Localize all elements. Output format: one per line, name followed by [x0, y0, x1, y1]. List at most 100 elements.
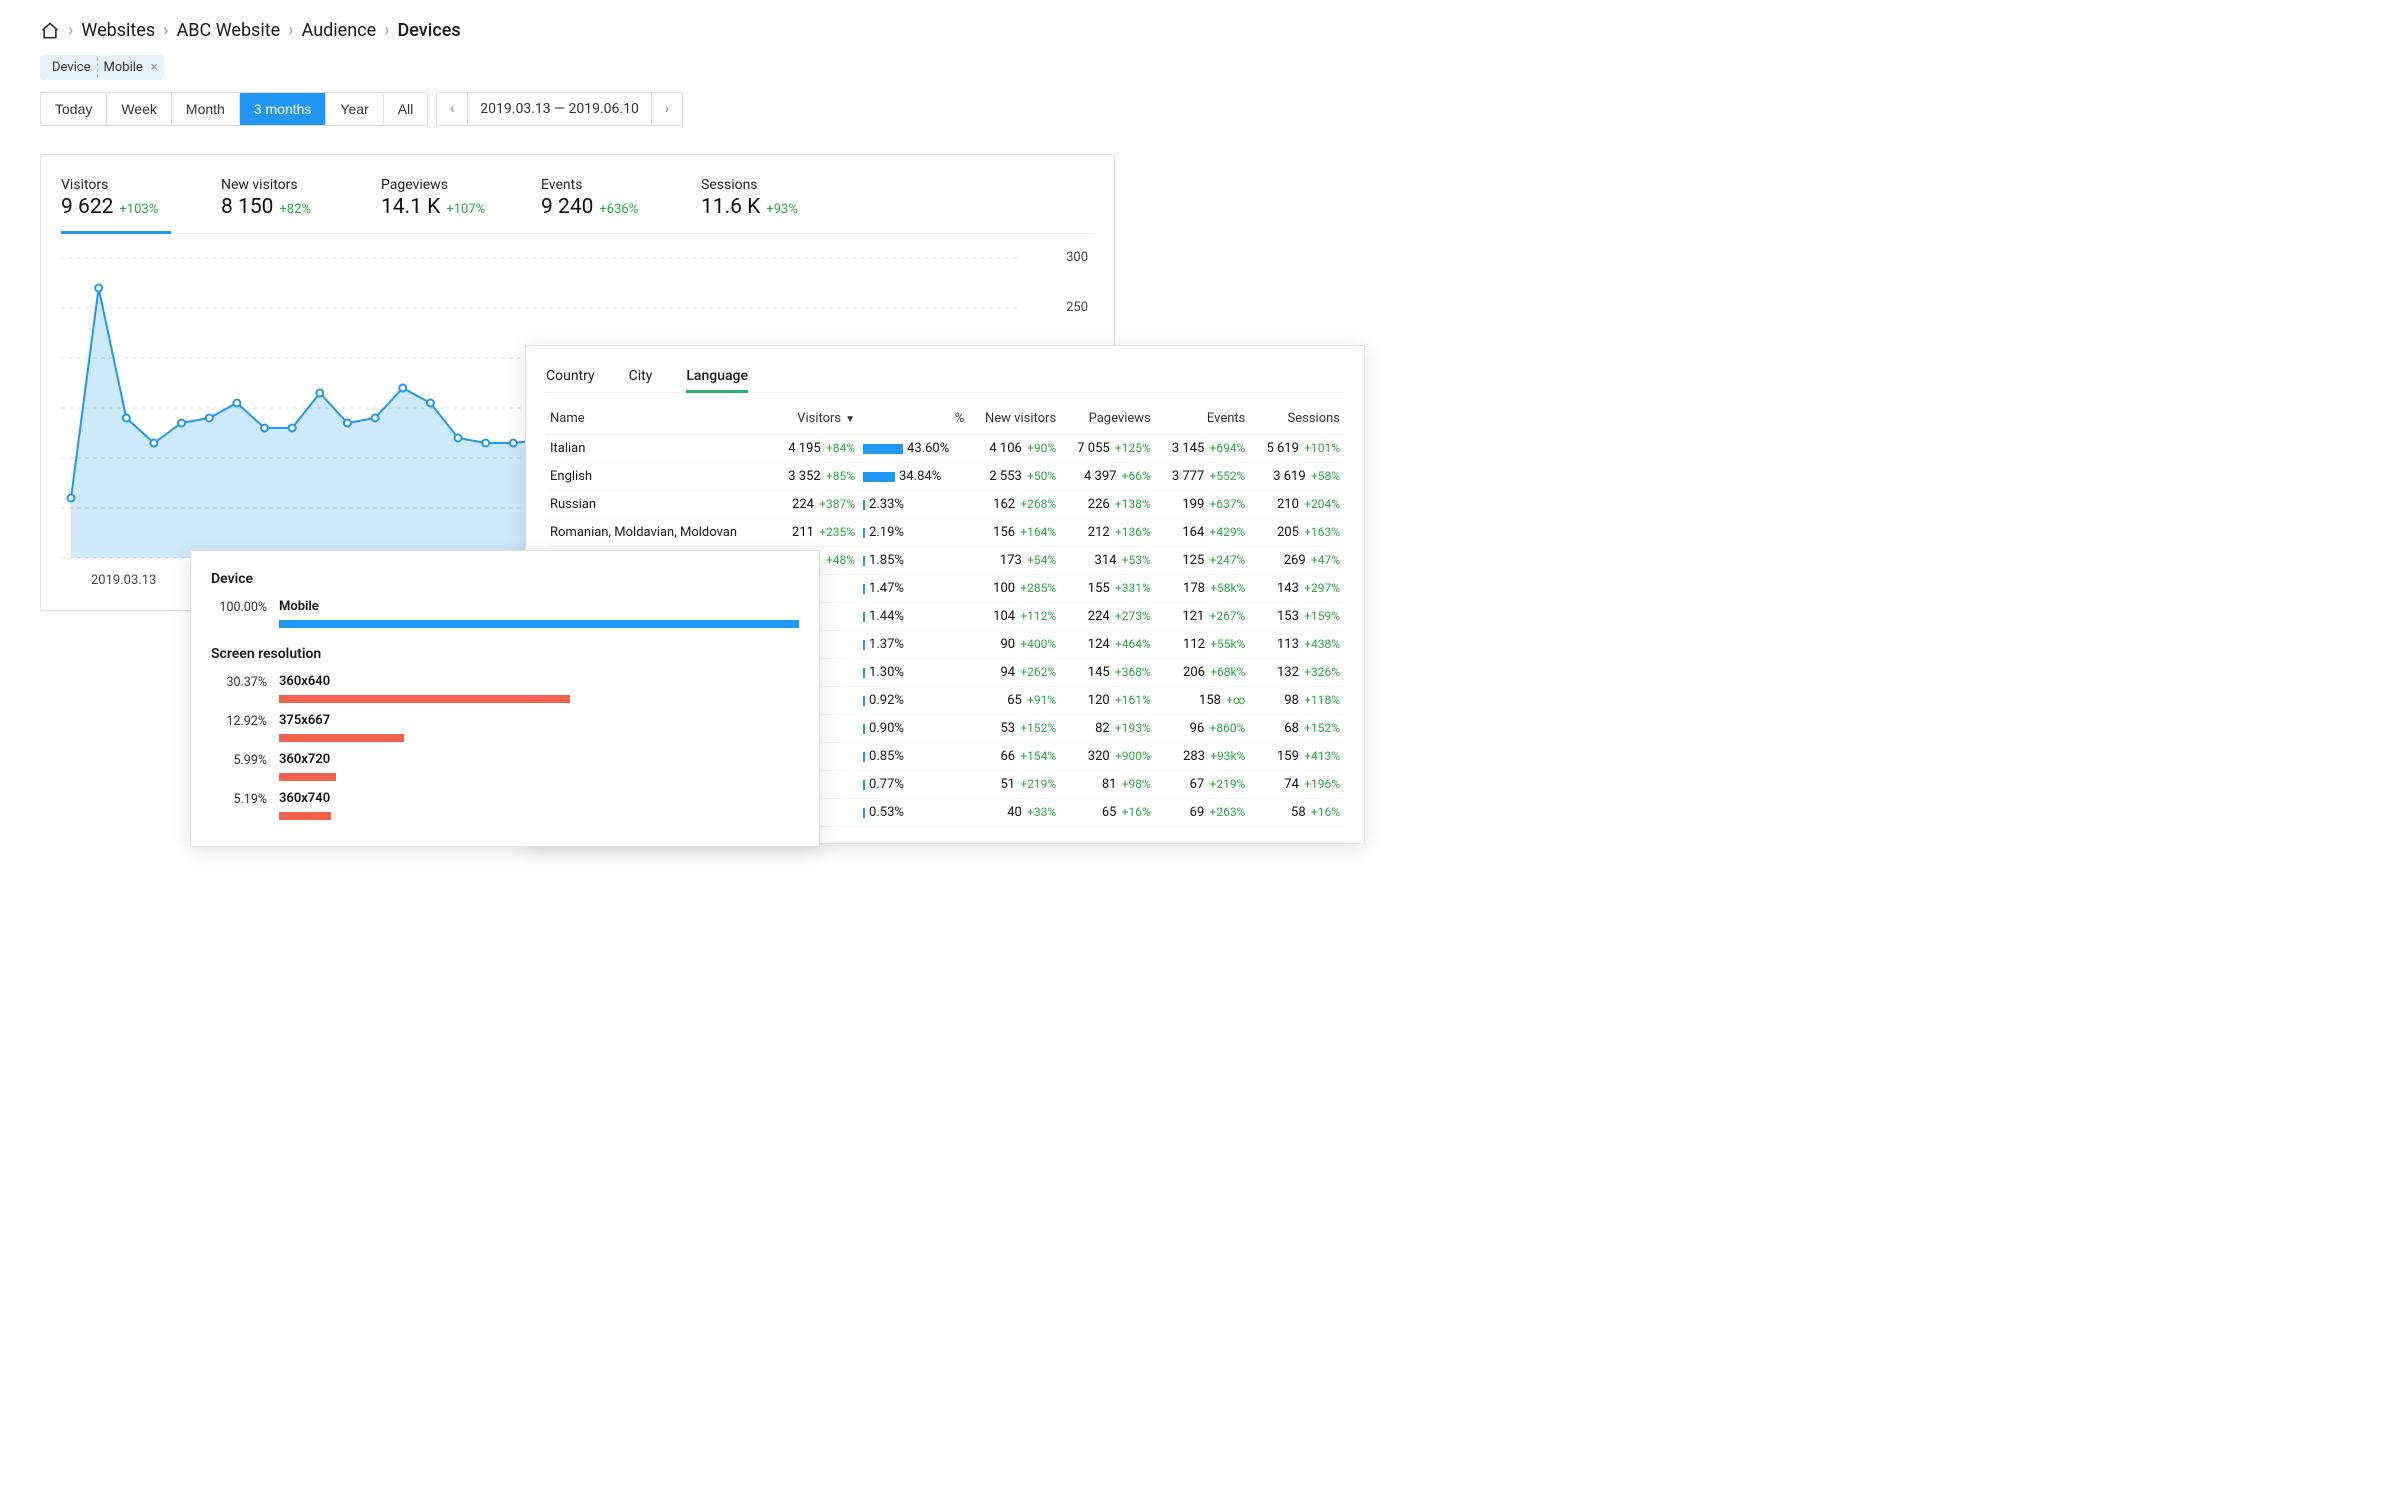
cell-pct: 43.60% — [859, 435, 968, 463]
col-%[interactable]: % — [859, 403, 968, 435]
col-pageviews[interactable]: Pageviews — [1060, 403, 1155, 435]
metric-delta: +103% — [119, 202, 158, 217]
cell-newv: 162 +268% — [968, 491, 1060, 519]
metric-new-visitors[interactable]: New visitors8 150+82% — [221, 177, 331, 219]
bar-fill — [279, 734, 404, 742]
cell-ev: 199 +637% — [1155, 491, 1250, 519]
metric-pageviews[interactable]: Pageviews14.1 K+107% — [381, 177, 491, 219]
metric-value: 9 622 — [61, 195, 113, 219]
date-range-picker[interactable]: ‹ 2019.03.13 — 2019.06.10 › — [436, 92, 683, 126]
cell-newv: 2 553 +50% — [968, 463, 1060, 491]
table-row[interactable]: Romanian, Moldavian, Moldovan211 +235%2.… — [546, 519, 1344, 547]
cell-pv: 124 +464% — [1060, 631, 1155, 659]
metric-label: Pageviews — [381, 177, 491, 193]
cell-newv: 53 +152% — [968, 715, 1060, 743]
breadcrumb-current: Devices — [398, 20, 461, 41]
metric-value: 9 240 — [541, 195, 593, 219]
cell-ev: 121 +267% — [1155, 603, 1250, 631]
bar-pct: 100.00% — [211, 599, 267, 615]
range-button-today[interactable]: Today — [41, 93, 107, 125]
cell-ev: 67 +219% — [1155, 771, 1250, 799]
metric-sessions[interactable]: Sessions11.6 K+93% — [701, 177, 811, 219]
tab-city[interactable]: City — [629, 362, 653, 393]
cell-ev: 125 +247% — [1155, 547, 1250, 575]
close-icon[interactable]: × — [151, 60, 158, 75]
cell-name: English — [546, 463, 772, 491]
cell-pv: 314 +53% — [1060, 547, 1155, 575]
cell-pv: 320 +900% — [1060, 743, 1155, 771]
table-header-row: NameVisitors▼%New visitorsPageviewsEvent… — [546, 403, 1344, 435]
tab-country[interactable]: Country — [546, 362, 595, 393]
metric-events[interactable]: Events9 240+636% — [541, 177, 651, 219]
cell-ev: 3 145 +694% — [1155, 435, 1250, 463]
metric-visitors[interactable]: Visitors 9 622 +103% — [61, 177, 171, 234]
bar-row[interactable]: 5.19%360x740 — [211, 791, 799, 820]
cell-pct: 2.33% — [859, 491, 968, 519]
col-new-visitors[interactable]: New visitors — [968, 403, 1060, 435]
breadcrumb-item[interactable]: Websites — [81, 20, 155, 41]
metrics-row: Visitors 9 622 +103% New visitors8 150+82% P… — [61, 173, 1094, 234]
table-row[interactable]: Russian224 +387%2.33%162 +268%226 +138%1… — [546, 491, 1344, 519]
col-sessions[interactable]: Sessions — [1249, 403, 1344, 435]
cell-pv: 224 +273% — [1060, 603, 1155, 631]
metric-label: New visitors — [221, 177, 331, 193]
cell-pv: 7 055 +125% — [1060, 435, 1155, 463]
cell-se: 68 +152% — [1249, 715, 1344, 743]
range-button-year[interactable]: Year — [326, 93, 383, 125]
cell-se: 153 +159% — [1249, 603, 1344, 631]
cell-pct: 1.44% — [859, 603, 968, 631]
cell-pv: 4 397 +66% — [1060, 463, 1155, 491]
cell-pv: 145 +368% — [1060, 659, 1155, 687]
table-row[interactable]: Italian4 195 +84%43.60%4 106 +90%7 055 +… — [546, 435, 1344, 463]
filter-chip[interactable]: Device Mobile × — [40, 55, 164, 80]
tab-language[interactable]: Language — [686, 362, 748, 393]
cell-pv: 120 +161% — [1060, 687, 1155, 715]
bar-row[interactable]: 100.00%Mobile — [211, 599, 799, 628]
cell-newv: 173 +54% — [968, 547, 1060, 575]
range-button-all[interactable]: All — [384, 93, 428, 125]
bar-row[interactable]: 30.37%360x640 — [211, 674, 799, 703]
cell-ev: 69 +263% — [1155, 799, 1250, 827]
chevron-left-icon[interactable]: ‹ — [437, 93, 467, 125]
cell-ev: 112 +55k% — [1155, 631, 1250, 659]
breadcrumb: › Websites › ABC Website › Audience › De… — [40, 20, 2360, 41]
date-range-value[interactable]: 2019.03.13 — 2019.06.10 — [467, 93, 652, 125]
bar-row[interactable]: 12.92%375x667 — [211, 713, 799, 742]
breadcrumb-item[interactable]: Audience — [302, 20, 377, 41]
cell-newv: 94 +262% — [968, 659, 1060, 687]
cell-visitors: 3 352 +85% — [772, 463, 859, 491]
breadcrumb-item[interactable]: ABC Website — [177, 20, 281, 41]
home-icon[interactable] — [40, 21, 60, 41]
cell-pv: 82 +193% — [1060, 715, 1155, 743]
table-row[interactable]: English3 352 +85%34.84%2 553 +50%4 397 +… — [546, 463, 1344, 491]
sort-desc-icon: ▼ — [845, 414, 855, 425]
cell-newv: 51 +219% — [968, 771, 1060, 799]
cell-pct: 1.85% — [859, 547, 968, 575]
filter-value: Mobile — [98, 58, 149, 77]
bar-row[interactable]: 5.99%360x720 — [211, 752, 799, 781]
y-tick: 250 — [1066, 300, 1088, 315]
language-tabs: Country City Language — [546, 362, 1344, 393]
bar-pct: 5.19% — [211, 791, 267, 807]
cell-ev: 283 +93k% — [1155, 743, 1250, 771]
metric-label: Visitors — [61, 177, 171, 193]
range-button-month[interactable]: Month — [172, 93, 240, 125]
cell-pct: 0.90% — [859, 715, 968, 743]
cell-visitors: 4 195 +84% — [772, 435, 859, 463]
chevron-right-icon[interactable]: › — [652, 93, 682, 125]
cell-newv: 104 +112% — [968, 603, 1060, 631]
cell-newv: 4 106 +90% — [968, 435, 1060, 463]
col-visitors[interactable]: Visitors▼ — [772, 403, 859, 435]
range-button-3-months[interactable]: 3 months — [240, 93, 327, 125]
cell-se: 98 +118% — [1249, 687, 1344, 715]
cell-newv: 100 +285% — [968, 575, 1060, 603]
cell-ev: 178 +58k% — [1155, 575, 1250, 603]
cell-pct: 2.19% — [859, 519, 968, 547]
metric-value: 14.1 K — [381, 195, 440, 219]
col-name[interactable]: Name — [546, 403, 772, 435]
cell-se: 269 +47% — [1249, 547, 1344, 575]
cell-visitors: 211 +235% — [772, 519, 859, 547]
range-button-week[interactable]: Week — [107, 93, 172, 125]
cell-se: 5 619 +101% — [1249, 435, 1344, 463]
col-events[interactable]: Events — [1155, 403, 1250, 435]
